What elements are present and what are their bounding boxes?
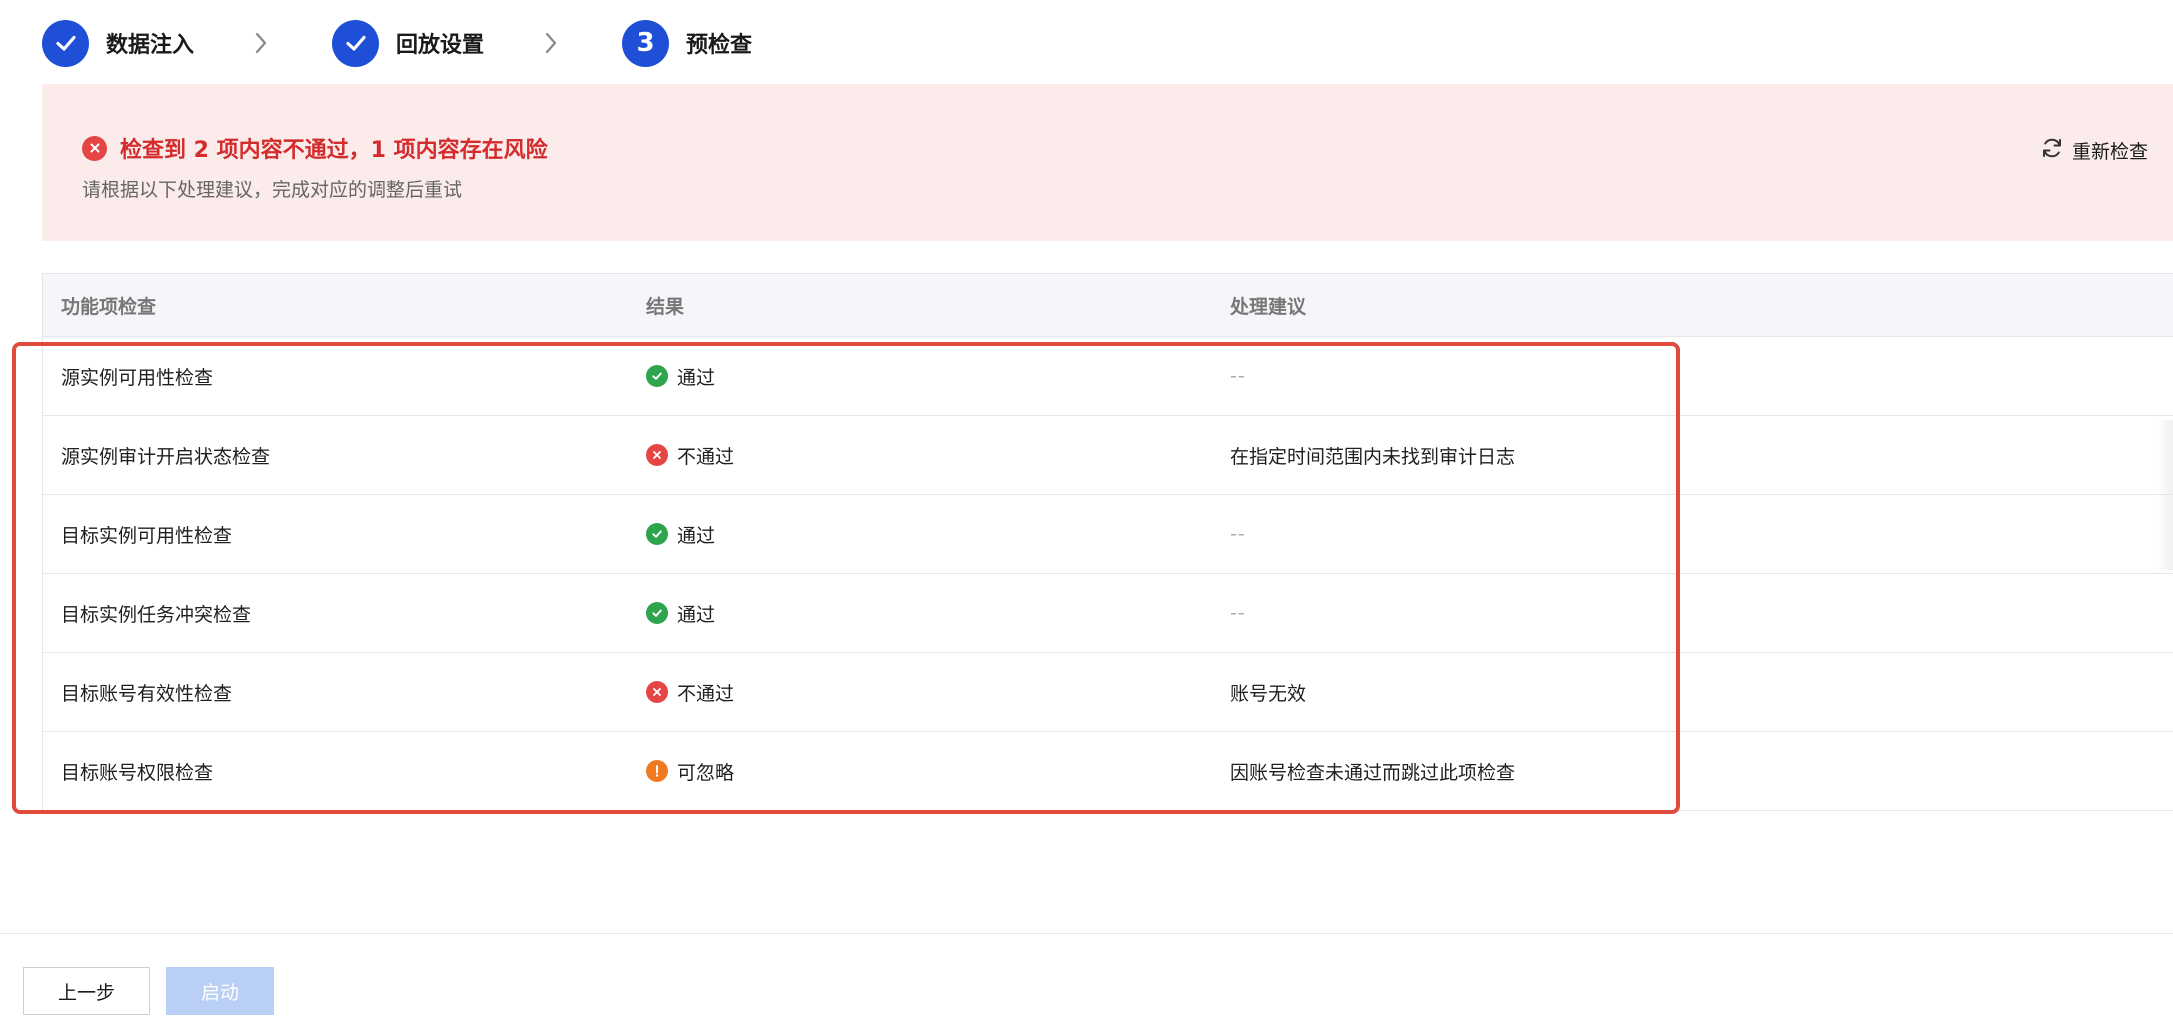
status-pass: 通过 <box>646 363 715 390</box>
advice-empty: -- <box>1230 602 1246 624</box>
check-circle-icon <box>646 523 668 545</box>
check-item-name: 目标账号有效性检查 <box>61 682 233 705</box>
status-label: 通过 <box>677 603 716 626</box>
header-result: 结果 <box>646 295 685 318</box>
check-item-name: 源实例审计开启状态检查 <box>61 445 271 468</box>
step-indicator: 数据注入 回放设置 3 预检查 <box>42 18 752 68</box>
status-label: 通过 <box>677 524 716 547</box>
close-circle-icon <box>646 681 668 703</box>
check-item-name: 源实例可用性检查 <box>61 366 214 389</box>
alert-title: 检查到 2 项内容不通过，1 项内容存在风险 <box>120 138 548 163</box>
error-alert-banner: 检查到 2 项内容不通过，1 项内容存在风险 请根据以下处理建议，完成对应的调整… <box>42 84 2173 241</box>
check-icon <box>332 19 380 67</box>
step-precheck: 3 预检查 <box>622 19 753 67</box>
step-number: 3 <box>622 19 670 67</box>
check-circle-icon <box>646 602 668 624</box>
chevron-right-icon <box>246 28 276 58</box>
recheck-button[interactable]: 重新检查 <box>2040 136 2148 164</box>
check-item-name: 目标实例可用性检查 <box>61 524 233 547</box>
check-item-name: 目标账号权限检查 <box>61 761 214 784</box>
advice-empty: -- <box>1230 523 1246 545</box>
table-row: 目标实例可用性检查 通过 -- <box>43 495 2173 574</box>
status-label: 不通过 <box>677 445 735 468</box>
alert-description: 请根据以下处理建议，完成对应的调整后重试 <box>82 179 463 201</box>
advice-text: 因账号检查未通过而跳过此项检查 <box>1230 761 1516 784</box>
advice-text: 账号无效 <box>1230 682 1307 705</box>
status-fail: 不通过 <box>646 442 734 469</box>
check-item-name: 目标实例任务冲突检查 <box>61 603 252 626</box>
status-pass: 通过 <box>646 600 715 627</box>
chevron-right-icon <box>536 28 566 58</box>
table-row: 源实例可用性检查 通过 -- <box>43 337 2173 416</box>
close-circle-icon <box>646 444 668 466</box>
header-advice: 处理建议 <box>1230 295 1307 318</box>
advice-text: 在指定时间范围内未找到审计日志 <box>1230 445 1516 468</box>
step-data-injection: 数据注入 <box>42 19 195 67</box>
status-pass: 通过 <box>646 521 715 548</box>
step-label: 预检查 <box>686 33 753 58</box>
footer-divider <box>0 933 2173 934</box>
precheck-table: 功能项检查 结果 处理建议 源实例可用性检查 通过 -- 源实例审计开启状态检查… <box>42 273 2173 811</box>
step-replay-settings: 回放设置 <box>332 19 485 67</box>
exclamation-circle-icon <box>646 760 668 782</box>
scroll-edge-shadow <box>2157 420 2173 570</box>
header-item: 功能项检查 <box>61 295 157 318</box>
advice-empty: -- <box>1230 365 1246 387</box>
previous-step-button[interactable]: 上一步 <box>23 967 150 1015</box>
alert-title-row: 检查到 2 项内容不通过，1 项内容存在风险 <box>82 132 548 164</box>
start-button[interactable]: 启动 <box>166 967 274 1015</box>
refresh-icon <box>2040 136 2064 164</box>
check-circle-icon <box>646 365 668 387</box>
status-fail: 不通过 <box>646 679 734 706</box>
table-row: 目标账号有效性检查 不通过 账号无效 <box>43 653 2173 732</box>
table-row: 目标账号权限检查 可忽略 因账号检查未通过而跳过此项检查 <box>43 732 2173 811</box>
step-label: 数据注入 <box>106 33 195 58</box>
close-circle-icon <box>82 135 107 161</box>
recheck-label: 重新检查 <box>2071 140 2148 163</box>
table-row: 目标实例任务冲突检查 通过 -- <box>43 574 2173 653</box>
status-label: 可忽略 <box>677 761 735 784</box>
status-label: 通过 <box>677 366 716 389</box>
table-header: 功能项检查 结果 处理建议 <box>43 273 2173 337</box>
step-label: 回放设置 <box>396 33 485 58</box>
status-label: 不通过 <box>677 682 735 705</box>
status-warning: 可忽略 <box>646 758 734 785</box>
check-icon <box>42 19 89 67</box>
table-row: 源实例审计开启状态检查 不通过 在指定时间范围内未找到审计日志 <box>43 416 2173 495</box>
